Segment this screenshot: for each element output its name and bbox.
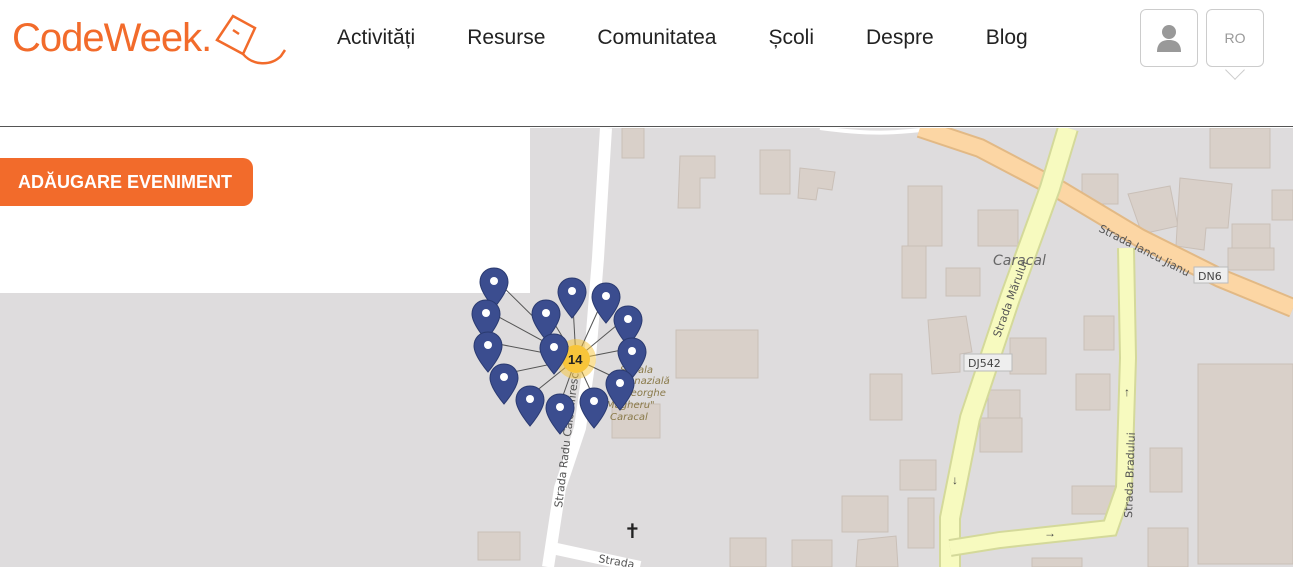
add-event-button[interactable]: ADĂUGARE EVENIMENT <box>0 158 253 206</box>
nav-item-blog[interactable]: Blog <box>986 26 1028 50</box>
site-header: CodeWeek. Activități Resurse Comunitatea… <box>0 0 1293 127</box>
codeweek-logo[interactable]: CodeWeek. <box>12 8 292 68</box>
events-map[interactable]: ADĂUGARE EVENIMENT Caracal Strada Mărulu… <box>0 128 1293 567</box>
language-code: RO <box>1224 30 1246 46</box>
main-nav: Activități Resurse Comunitatea Școli Des… <box>337 26 1080 50</box>
map-overlay-panel <box>0 128 530 293</box>
user-icon <box>1157 25 1181 52</box>
nav-item-scoli[interactable]: Școli <box>768 26 814 50</box>
language-selector-button[interactable]: RO <box>1206 9 1264 67</box>
nav-item-activitati[interactable]: Activități <box>337 26 415 50</box>
nav-item-resurse[interactable]: Resurse <box>467 26 545 50</box>
user-account-button[interactable] <box>1140 9 1198 67</box>
nav-item-despre[interactable]: Despre <box>866 26 934 50</box>
logo-text: CodeWeek. <box>12 15 212 60</box>
logo-mark-icon <box>215 14 287 65</box>
nav-item-comunitatea[interactable]: Comunitatea <box>597 26 716 50</box>
